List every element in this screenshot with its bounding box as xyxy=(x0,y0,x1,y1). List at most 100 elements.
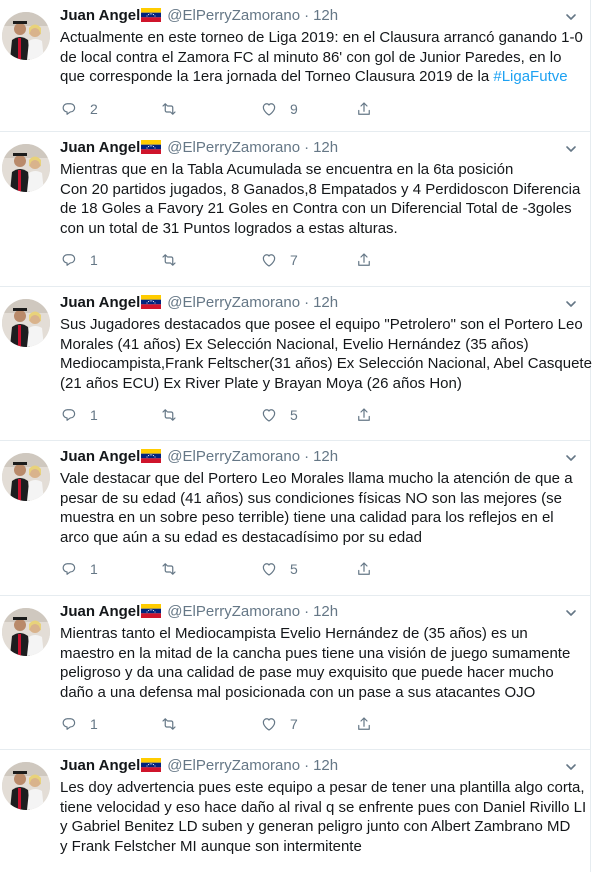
chevron-down-icon[interactable] xyxy=(564,451,578,465)
chevron-down-icon[interactable] xyxy=(564,142,578,156)
like-count: 9 xyxy=(290,100,298,117)
tweet-text-line: con un total de 31 Puntos logrados a est… xyxy=(60,219,580,239)
avatar[interactable] xyxy=(2,299,50,347)
retweet-button[interactable] xyxy=(160,99,190,119)
tweet-text-content: pesar de su edad (41 años) sus condicion… xyxy=(60,489,562,507)
tweet-text: Les doy advertencia pues este equipo a p… xyxy=(60,778,586,856)
retweet-button[interactable] xyxy=(160,559,190,579)
author-handle[interactable]: @ElPerryZamorano xyxy=(167,448,300,465)
author-handle[interactable]: @ElPerryZamorano xyxy=(167,603,300,620)
retweet-button[interactable] xyxy=(160,405,190,425)
tweet[interactable]: Juan Angel @ElPerryZamorano · 12h Mientras t… xyxy=(0,596,590,750)
author-handle[interactable]: @ElPerryZamorano xyxy=(167,7,300,24)
author-name[interactable]: Juan Angel xyxy=(60,294,140,311)
author-name[interactable]: Juan Angel xyxy=(60,7,140,24)
author-name[interactable]: Juan Angel xyxy=(60,139,140,156)
reply-button[interactable]: 1 xyxy=(60,714,98,734)
separator-dot: · xyxy=(304,757,310,774)
tweet[interactable]: Juan Angel @ElPerryZamorano · 12h Actualment… xyxy=(0,0,590,132)
retweet-icon xyxy=(160,715,178,733)
author-name[interactable]: Juan Angel xyxy=(60,603,140,620)
retweet-button[interactable] xyxy=(160,714,190,734)
like-count: 7 xyxy=(290,716,298,733)
tweet-text: Sus Jugadores destacados que posee el eq… xyxy=(60,315,592,394)
reply-button[interactable]: 2 xyxy=(60,99,98,119)
tweet-timestamp[interactable]: 12h xyxy=(313,7,338,24)
chevron-down-icon[interactable] xyxy=(564,606,578,620)
reply-count: 1 xyxy=(90,561,98,578)
tweet-text-line: Morales (41 años) Ex Selección Nacional,… xyxy=(60,335,580,355)
tweet-timestamp[interactable]: 12h xyxy=(313,448,338,465)
tweet-timestamp[interactable]: 12h xyxy=(313,757,338,774)
chevron-down-icon[interactable] xyxy=(564,297,578,311)
share-button[interactable] xyxy=(355,405,373,425)
author-handle[interactable]: @ElPerryZamorano xyxy=(167,757,300,774)
tweet[interactable]: Juan Angel @ElPerryZamorano · 12h Sus Jugado… xyxy=(0,287,592,441)
tweet-header: Juan Angel @ElPerryZamorano · 12h xyxy=(60,6,338,28)
venezuela-flag-icon xyxy=(141,758,162,778)
tweet-text-content: Les doy advertencia pues este equipo a p… xyxy=(60,779,585,796)
retweet-icon xyxy=(160,251,178,269)
like-button[interactable]: 5 xyxy=(260,559,298,579)
tweet-text-content: maestro en la mitad de la cancha pues ti… xyxy=(60,644,571,662)
tweet-text-line: peligroso y da una calidad de pase muy e… xyxy=(60,663,580,683)
tweet-text-content: peligroso y da una calidad de pase muy e… xyxy=(60,664,554,682)
tweet-timestamp[interactable]: 12h xyxy=(313,603,338,620)
avatar[interactable] xyxy=(2,453,50,501)
venezuela-flag-icon xyxy=(141,140,162,160)
retweet-icon xyxy=(160,100,178,118)
like-icon xyxy=(260,100,278,118)
like-button[interactable]: 9 xyxy=(260,99,298,119)
avatar[interactable] xyxy=(2,762,50,810)
like-icon xyxy=(260,406,278,424)
like-icon xyxy=(260,560,278,578)
tweet-text-line: Mediocampista,Frank Feltscher(31 años) E… xyxy=(60,354,592,374)
tweet-text: Actualmente en este torneo de Liga 2019:… xyxy=(60,28,583,87)
author-name[interactable]: Juan Angel xyxy=(60,757,140,774)
author-name[interactable]: Juan Angel xyxy=(60,448,140,465)
retweet-button[interactable] xyxy=(160,250,190,270)
tweet-text-line: Les doy advertencia pues este equipo a p… xyxy=(60,778,585,798)
reply-button[interactable]: 1 xyxy=(60,559,98,579)
chevron-down-icon[interactable] xyxy=(564,760,578,774)
hashtag-link[interactable]: #LigaFutve xyxy=(493,68,567,85)
separator-dot: · xyxy=(304,139,310,156)
tweet[interactable]: Juan Angel @ElPerryZamorano · 12h Vale desta… xyxy=(0,441,590,596)
tweet-header: Juan Angel @ElPerryZamorano · 12h xyxy=(60,138,338,160)
like-button[interactable]: 5 xyxy=(260,405,298,425)
share-button[interactable] xyxy=(355,250,373,270)
reply-icon xyxy=(60,406,78,424)
tweet-timestamp[interactable]: 12h xyxy=(313,294,338,311)
tweet-actions: 17 xyxy=(60,250,480,270)
like-icon xyxy=(260,715,278,733)
share-button[interactable] xyxy=(355,559,373,579)
avatar[interactable] xyxy=(2,608,50,656)
tweet-text-line: muestra en un sobre peso terrible) tiene… xyxy=(60,508,580,528)
retweet-icon xyxy=(160,406,178,424)
like-count: 7 xyxy=(290,252,298,269)
tweet[interactable]: Juan Angel @ElPerryZamorano · 12h Les doy ad… xyxy=(0,750,590,872)
separator-dot: · xyxy=(304,603,310,620)
tweet-text-line: de 18 Goles a Favory 21 Goles en Contra … xyxy=(60,199,580,219)
tweet-text-line: (21 años ECU) Ex River Plate y Brayan Mo… xyxy=(60,374,580,394)
author-handle[interactable]: @ElPerryZamorano xyxy=(167,294,300,311)
tweet-actions: 29 xyxy=(60,99,480,119)
like-button[interactable]: 7 xyxy=(260,714,298,734)
share-button[interactable] xyxy=(355,99,373,119)
tweet-timestamp[interactable]: 12h xyxy=(313,139,338,156)
like-count: 5 xyxy=(290,407,298,424)
tweet-text-content: Mientras tanto el Mediocampista Evelio H… xyxy=(60,625,528,642)
tweet-text-line: maestro en la mitad de la cancha pues ti… xyxy=(60,644,580,664)
reply-button[interactable]: 1 xyxy=(60,405,98,425)
like-button[interactable]: 7 xyxy=(260,250,298,270)
author-handle[interactable]: @ElPerryZamorano xyxy=(167,139,300,156)
chevron-down-icon[interactable] xyxy=(564,10,578,24)
avatar[interactable] xyxy=(2,144,50,192)
tweet[interactable]: Juan Angel @ElPerryZamorano · 12h Mientras q… xyxy=(0,132,590,287)
tweet-text: Mientras tanto el Mediocampista Evelio H… xyxy=(60,624,580,702)
tweet-header: Juan Angel @ElPerryZamorano · 12h xyxy=(60,293,338,315)
tweet-text-line: daño a una defensa mal posicionada con u… xyxy=(60,683,580,703)
reply-button[interactable]: 1 xyxy=(60,250,98,270)
share-button[interactable] xyxy=(355,714,373,734)
avatar[interactable] xyxy=(2,12,50,60)
